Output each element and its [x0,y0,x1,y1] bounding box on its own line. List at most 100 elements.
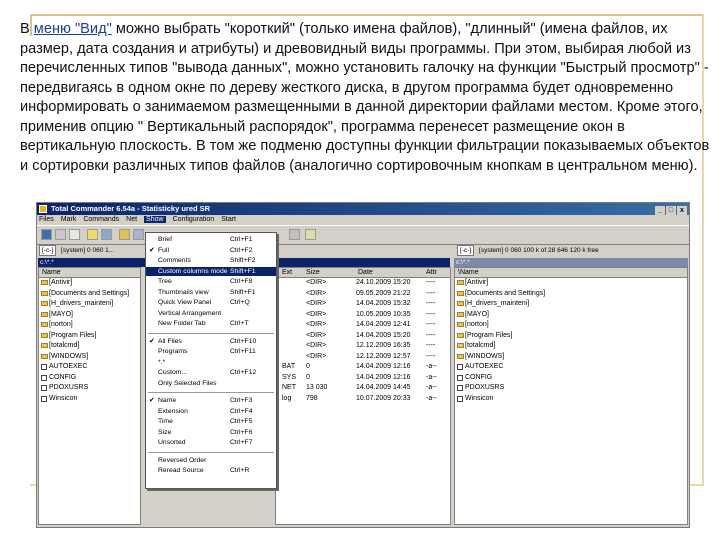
file-row[interactable]: PDOXUSRS [455,383,687,394]
folder-icon [41,311,48,317]
right-path: c:\*.* [456,259,470,266]
file-row[interactable]: [H_drivers_mainteni] [455,299,687,310]
show-menu-item[interactable]: Extension Ctrl+F4 [146,407,276,416]
menu-configuration[interactable]: Configuration [173,216,215,223]
back-icon[interactable] [119,229,130,240]
file-ext: BAT [282,363,296,370]
show-menu-item[interactable]: *.* [146,358,276,367]
file-date: 10.07.2009 20:33 [356,394,411,402]
file-date: 24.10.2009 15:20 [356,279,411,286]
show-menu-item[interactable]: Reversed Order [146,456,276,465]
menu-item-label: Only Selected Files [158,379,217,387]
forward-icon[interactable] [133,229,144,240]
file-row[interactable]: [norton] [39,320,140,331]
show-menu-item[interactable]: New Folder Tab Ctrl+T [146,319,276,328]
menu-commands[interactable]: Commands [83,216,119,223]
detail-row[interactable]: NET 13 030 14.04.2009 14:45 -a-- [276,383,450,394]
search-icon[interactable] [305,229,316,240]
file-row[interactable]: [MAYO] [455,310,687,321]
show-menu-item[interactable]: Programs Ctrl+F11 [146,347,276,356]
col-header-ext[interactable]: Ext [282,268,292,277]
left-drive-select[interactable]: [-c-] [39,245,57,256]
file-row[interactable]: Winsicon [455,394,687,405]
file-row[interactable]: [WINDOWS] [455,352,687,363]
col-header-attr[interactable]: Attr [426,268,437,277]
file-row[interactable]: [MAYO] [39,310,140,321]
detail-row[interactable]: <DIR> 14.04.2009 12:41 ---- [276,320,450,331]
menu-files[interactable]: Files [39,216,54,223]
file-row[interactable]: Winsicon [39,394,140,405]
menu-item-label: Custom... [158,369,188,376]
col-header-size[interactable]: Size [306,268,320,277]
full-view-icon[interactable] [69,229,80,240]
menu-net[interactable]: Net [126,216,137,223]
show-menu-item[interactable]: Thumbnails view Shift+F1 [146,288,276,297]
col-header-name[interactable]: Name [42,268,61,277]
detail-row[interactable]: <DIR> 12.12.2009 16:35 ---- [276,341,450,352]
close-button[interactable]: x [677,206,687,215]
detail-row[interactable]: <DIR> 09.05.2009 21:22 ---- [276,289,450,300]
maximize-button[interactable]: □ [666,206,676,215]
refresh-icon[interactable] [41,229,52,240]
file-row[interactable]: [totalcmd] [455,341,687,352]
tree-icon[interactable] [87,229,98,240]
show-menu-item[interactable]: Time Ctrl+F5 [146,417,276,426]
file-row[interactable]: [Antivir] [455,278,687,289]
pack-icon[interactable] [289,229,300,240]
brief-view-icon[interactable] [55,229,66,240]
menu-view-link[interactable]: меню "Вид" [34,21,112,37]
detail-row[interactable]: <DIR> 12.12.2009 12:57 ---- [276,352,450,363]
right-col-header-name[interactable]: \Name [458,268,479,277]
show-menu-item[interactable]: Size Ctrl+F6 [146,428,276,437]
detail-row[interactable]: <DIR> 14.04.2009 15:32 ---- [276,299,450,310]
folder-icon [41,343,48,348]
file-row[interactable]: AUTOEXEC [39,362,140,373]
toolbar [37,225,689,245]
file-row[interactable]: [totalcmd] [39,341,140,352]
file-row[interactable]: [Program Files] [39,331,140,342]
detail-row[interactable]: <DIR> 24.10.2009 15:20 ---- [276,278,450,289]
show-menu-item[interactable]: Comments Shift+F2 [146,256,276,265]
menu-item-label: Vertical Arrangement [158,309,222,317]
menu-show[interactable]: Show [144,216,166,223]
show-menu-item[interactable]: Only Selected Files [146,379,276,388]
show-menu-item[interactable]: ✔ Name Ctrl+F3 [146,396,276,405]
detail-row[interactable]: log 798 10.07.2009 20:33 -a-- [276,394,450,405]
show-menu-item[interactable]: Unsorted Ctrl+F7 [146,438,276,447]
file-row[interactable]: [Documents and Settings] [455,289,687,300]
show-menu-item[interactable]: Custom... Ctrl+F12 [146,368,276,377]
detail-row[interactable]: <DIR> 10.05.2009 10:35 ---- [276,310,450,321]
detail-row[interactable]: <DIR> 14.04.2009 15:20 ---- [276,331,450,342]
invert-selection-icon[interactable] [101,229,112,240]
show-menu-item[interactable]: ✔ All Files Ctrl+F10 [146,337,276,346]
menu-mark[interactable]: Mark [61,216,77,223]
file-row[interactable]: [Program Files] [455,331,687,342]
file-row[interactable]: [H_drivers_mainteni] [39,299,140,310]
menu-item-shortcut: Ctrl+F12 [230,369,257,376]
file-row[interactable]: [WINDOWS] [39,352,140,363]
show-menu-item[interactable]: ✔ Full Ctrl+F2 [146,246,276,255]
detail-row[interactable]: SYS 0 14.04.2009 12:16 -a-- [276,373,450,384]
detail-row[interactable]: BAT 0 14.04.2009 12:16 -a-- [276,362,450,373]
file-row[interactable]: [norton] [455,320,687,331]
menu-start[interactable]: Start [221,216,236,223]
file-row[interactable]: [Documents and Settings] [39,289,140,300]
col-header-date[interactable]: Date [358,268,373,277]
file-row[interactable]: PDOXUSRS [39,383,140,394]
file-row[interactable]: CONFIG [39,373,140,384]
show-menu-item[interactable]: Tree Ctrl+F8 [146,277,276,286]
file-row[interactable]: AUTOEXEC [455,362,687,373]
show-menu-item[interactable]: Brief Ctrl+F1 [146,235,276,244]
file-date: 09.05.2009 21:22 [356,289,411,297]
right-drive-select[interactable]: [-c-] [457,245,475,256]
left-panel-names: Name [Antivir] [Documents and Settings] [H… [38,267,141,525]
show-menu-item[interactable]: Reread Source Ctrl+R [146,466,276,475]
show-menu-item[interactable]: Custom columns mode Shift+F1 [146,266,276,276]
file-row[interactable]: CONFIG [455,373,687,384]
show-menu-item[interactable]: Quick View Panel Ctrl+Q [146,298,276,307]
file-row[interactable]: [Antivir] [39,278,140,289]
minimize-button[interactable]: _ [655,206,665,215]
show-menu-item[interactable]: Vertical Arrangement [146,309,276,318]
check-icon: ✔ [149,246,155,254]
left-panel-details: Ext Size Date Attr <DIR> 24.10.2009 15:20… [275,267,451,525]
